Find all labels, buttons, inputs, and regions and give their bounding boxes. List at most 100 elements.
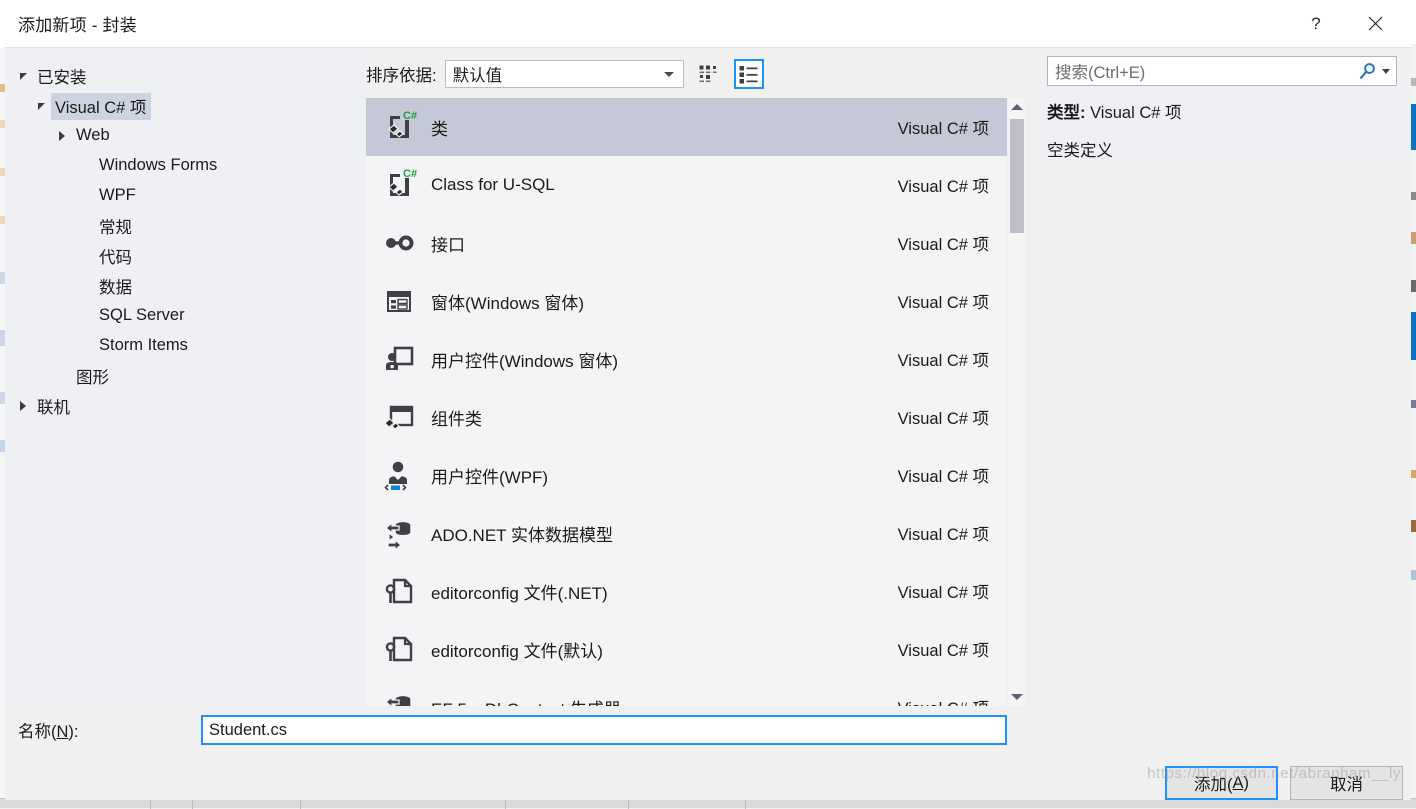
- search-icon[interactable]: [1358, 62, 1377, 81]
- template-list-item[interactable]: 接口Visual C# 项: [366, 214, 1007, 272]
- dialog-footer: 名称(N): Student.cs 添加(A) 取消: [5, 706, 1411, 800]
- tree-node[interactable]: 代码: [5, 241, 366, 271]
- close-button[interactable]: [1339, 0, 1411, 47]
- tree-node[interactable]: 已安装: [5, 61, 366, 91]
- cancel-button[interactable]: 取消: [1290, 766, 1403, 800]
- template-item-name: 窗体(Windows 窗体): [421, 289, 898, 314]
- search-input[interactable]: 搜索(Ctrl+E): [1047, 56, 1397, 86]
- tree-node[interactable]: Visual C# 项: [5, 91, 366, 121]
- triangle-right-icon: [20, 401, 26, 411]
- tree-node-label: 数据: [95, 273, 137, 300]
- expander-closed-icon[interactable]: [52, 131, 72, 141]
- tree-node-label: Visual C# 项: [51, 93, 151, 120]
- sort-by-select[interactable]: 默认值: [445, 60, 684, 88]
- dialog-title: 添加新项 - 封装: [18, 11, 137, 36]
- tree-node[interactable]: 联机: [5, 391, 366, 421]
- ado-net-edm-icon: [381, 515, 417, 551]
- tree-node[interactable]: 数据: [5, 271, 366, 301]
- template-list-item[interactable]: C# 类Visual C# 项: [366, 98, 1007, 156]
- search-dropdown-icon[interactable]: [1382, 69, 1390, 74]
- template-list-item[interactable]: ADO.NET 实体数据模型Visual C# 项: [366, 504, 1007, 562]
- tree-node[interactable]: 图形: [5, 361, 366, 391]
- caret-down-icon: [1011, 694, 1023, 700]
- name-field[interactable]: Student.cs: [201, 715, 1007, 745]
- template-list-item[interactable]: editorconfig 文件(.NET)Visual C# 项: [366, 562, 1007, 620]
- footer-buttons: 添加(A) 取消: [5, 754, 1411, 800]
- template-item-type: Visual C# 项: [898, 405, 989, 429]
- titlebar-buttons: ?: [1293, 0, 1411, 47]
- editorconfig-icon: [377, 573, 421, 609]
- expander-closed-icon[interactable]: [13, 401, 33, 411]
- list-vertical-scrollbar[interactable]: [1007, 98, 1025, 706]
- add-new-item-dialog: 添加新项 - 封装 ? 已安装Visual C# 项WebWindows For…: [5, 0, 1411, 800]
- tile-view-button[interactable]: [694, 59, 724, 89]
- template-list-item[interactable]: 用户控件(Windows 窗体)Visual C# 项: [366, 330, 1007, 388]
- svg-text:C#: C#: [403, 110, 417, 122]
- search-area: 搜索(Ctrl+E): [1033, 48, 1411, 86]
- csharp-class-icon: C#: [377, 167, 421, 203]
- list-view-button[interactable]: [734, 59, 764, 89]
- usercontrol-winforms-icon: [377, 341, 421, 377]
- template-item-type: Visual C# 项: [898, 521, 989, 545]
- template-list-item[interactable]: 用户控件(WPF)Visual C# 项: [366, 446, 1007, 504]
- csharp-class-icon: C#: [381, 109, 417, 145]
- tree-node[interactable]: 常规: [5, 211, 366, 241]
- template-list-item[interactable]: C#Class for U-SQLVisual C# 项: [366, 156, 1007, 214]
- usercontrol-wpf-icon: [377, 457, 421, 493]
- tree-node-label: SQL Server: [95, 305, 190, 327]
- scroll-down-button[interactable]: [1008, 688, 1026, 706]
- tree-node-label: Web: [72, 125, 115, 147]
- csharp-class-icon: C#: [381, 167, 417, 203]
- help-button[interactable]: ?: [1293, 0, 1339, 47]
- template-item-name: 用户控件(WPF): [421, 463, 898, 488]
- name-label-post: ):: [68, 723, 78, 741]
- template-item-list[interactable]: C#类Visual C# 项C#Class for U-SQLVisual C#…: [366, 98, 1007, 706]
- scroll-up-button[interactable]: [1008, 98, 1026, 116]
- detail-type-row: 类型: Visual C# 项: [1047, 99, 1397, 123]
- template-item-type: Visual C# 项: [898, 637, 989, 661]
- name-label: 名称(N):: [18, 718, 201, 742]
- expander-open-icon[interactable]: [13, 73, 33, 80]
- question-mark-icon: ?: [1311, 14, 1320, 34]
- svg-text:C#: C#: [403, 168, 417, 180]
- add-button[interactable]: 添加(A): [1165, 766, 1278, 800]
- tree-node[interactable]: Storm Items: [5, 331, 366, 361]
- template-item-name: 类: [421, 115, 898, 140]
- search-placeholder: 搜索(Ctrl+E): [1048, 59, 1145, 83]
- editorconfig-icon: [381, 573, 417, 609]
- ado-net-edm-icon: [377, 515, 421, 551]
- template-item-name: 用户控件(Windows 窗体): [421, 347, 898, 372]
- dialog-body: 已安装Visual C# 项WebWindows FormsWPF常规代码数据S…: [5, 47, 1411, 706]
- tree-node-label: 常规: [95, 213, 137, 240]
- template-list-item[interactable]: 窗体(Windows 窗体)Visual C# 项: [366, 272, 1007, 330]
- template-item-name: editorconfig 文件(.NET): [421, 579, 898, 604]
- triangle-down-icon: [20, 73, 27, 80]
- tree-node[interactable]: Windows Forms: [5, 151, 366, 181]
- caret-up-icon: [1011, 104, 1023, 110]
- sort-by-label: 排序依据:: [366, 62, 437, 86]
- component-class-icon: [377, 399, 421, 435]
- winform-icon: [377, 283, 421, 319]
- tree-node-label: Windows Forms: [95, 155, 222, 177]
- expander-open-icon[interactable]: [31, 103, 51, 110]
- tree-node[interactable]: SQL Server: [5, 301, 366, 331]
- csharp-class-icon: C#: [377, 109, 421, 145]
- template-list-item[interactable]: 组件类Visual C# 项: [366, 388, 1007, 446]
- editorconfig-icon: [381, 631, 417, 667]
- template-category-tree: 已安装Visual C# 项 Web Windows Forms WPF常规代码数据 S…: [5, 48, 366, 706]
- scrollbar-thumb[interactable]: [1010, 119, 1024, 233]
- triangle-down-icon: [38, 103, 45, 110]
- cancel-label: 取消: [1330, 771, 1363, 795]
- template-item-type: Visual C# 项: [898, 579, 989, 603]
- template-item-name: 接口: [421, 231, 898, 256]
- template-item-type: Visual C# 项: [898, 115, 989, 139]
- tree-node[interactable]: WPF: [5, 181, 366, 211]
- template-list-item[interactable]: EF 5.x DbContext 生成器Visual C# 项: [366, 678, 1007, 706]
- template-item-type: Visual C# 项: [898, 695, 989, 706]
- template-item-name: editorconfig 文件(默认): [421, 637, 898, 662]
- template-list-item[interactable]: editorconfig 文件(默认)Visual C# 项: [366, 620, 1007, 678]
- tree-node[interactable]: Web: [5, 121, 366, 151]
- dialog-titlebar: 添加新项 - 封装 ?: [5, 0, 1411, 47]
- template-item-name: 组件类: [421, 405, 898, 430]
- tile-view-icon: [699, 65, 718, 84]
